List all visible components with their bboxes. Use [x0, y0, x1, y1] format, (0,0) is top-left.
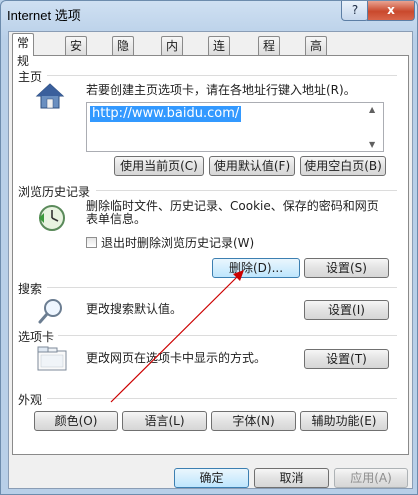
annotation-arrow: [110, 270, 244, 403]
internet-options-window: Internet 选项 ? x 常规 安全 隐私 内容 连接 程序 高级 主页 …: [0, 0, 418, 495]
annotation-arrow-line: [110, 275, 239, 403]
tab-general[interactable]: 常规: [12, 33, 35, 68]
